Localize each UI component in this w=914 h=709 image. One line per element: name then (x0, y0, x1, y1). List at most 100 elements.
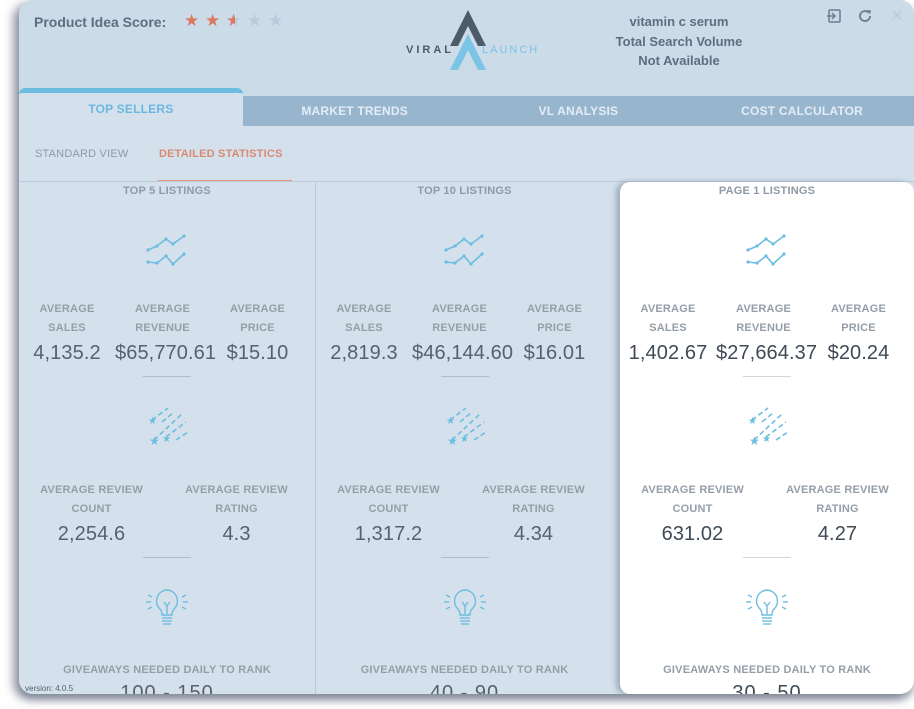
reviews-stats-row: AVERAGE REVIEW COUNT 2,254.6 AVERAGE REV… (19, 481, 315, 547)
keyword-text: vitamin c serum (629, 14, 729, 29)
stat-average-price: AVERAGE PRICE $16.01 (507, 300, 602, 366)
average-review-count-value: 1,317.2 (354, 523, 423, 545)
statistics-panels: TOP 5 LISTINGS AVERAGE SALES 4,135.2 AVE… (19, 182, 914, 694)
sales-stats-row: AVERAGE SALES 2,819.3 AVERAGE REVENUE $4… (316, 300, 613, 366)
export-icon[interactable] (825, 8, 843, 26)
refresh-icon[interactable] (856, 8, 874, 26)
subtab-detailed-statistics[interactable]: DETAILED STATISTICS (159, 148, 283, 160)
stat-average-sales: AVERAGE SALES 1,402.67 (620, 300, 716, 366)
stat-average-review-count: AVERAGE REVIEW COUNT 631.02 (620, 481, 765, 547)
stat-average-revenue: AVERAGE REVENUE $46,144.60 (412, 300, 513, 366)
stat-label: COUNT (71, 503, 112, 515)
lightbulb-icon (742, 585, 792, 631)
close-icon[interactable]: ✕ (888, 8, 906, 26)
stat-average-review-count: AVERAGE REVIEW COUNT 1,317.2 (316, 481, 461, 547)
giveaways-value: 30 - 50 (732, 682, 802, 694)
logo-text-launch: LAUNCH (482, 44, 540, 56)
logo-chevron-icon (450, 10, 486, 70)
average-price-value: $16.01 (523, 342, 586, 364)
star-empty-icon: ★ (268, 11, 284, 30)
svg-text:★: ★ (447, 434, 458, 448)
sales-stats-row: AVERAGE SALES 1,402.67 AVERAGE REVENUE $… (620, 300, 914, 366)
stat-average-review-rating: AVERAGE REVIEW RATING 4.27 (765, 481, 910, 547)
tab-top-sellers[interactable]: TOP SELLERS (19, 88, 243, 126)
average-revenue-value: $27,664.37 (716, 342, 818, 364)
stat-average-revenue: AVERAGE REVENUE $65,770.61 (115, 300, 217, 366)
stat-label: AVERAGE REVIEW (641, 484, 744, 496)
average-review-count-value: 631.02 (661, 523, 724, 545)
stat-label: COUNT (672, 503, 713, 515)
star-full-icon: ★ (205, 11, 221, 30)
average-review-rating-value: 4.34 (513, 523, 554, 545)
stat-label: PRICE (841, 322, 876, 334)
stat-label: AVERAGE (336, 303, 392, 315)
lightbulb-icon (142, 585, 192, 631)
search-volume-label: Total Search Volume (615, 33, 743, 49)
shooting-stars-icon: ★ ★ ★ (142, 404, 192, 450)
stat-label: AVERAGE (831, 303, 886, 315)
average-review-rating-value: 4.3 (222, 523, 251, 545)
reviews-stats-row: AVERAGE REVIEW COUNT 1,317.2 AVERAGE REV… (316, 481, 613, 547)
divider (143, 376, 191, 377)
stat-average-review-rating: AVERAGE REVIEW RATING 4.3 (164, 481, 309, 547)
tab-vl-analysis[interactable]: VL ANALYSIS (467, 96, 691, 126)
stat-label: PRICE (240, 322, 275, 334)
line-chart-icon (440, 230, 490, 276)
stat-label: REVENUE (432, 322, 487, 334)
line-chart-icon (742, 230, 792, 276)
divider (143, 557, 191, 558)
logo-text-viral: VIRAL (406, 44, 454, 56)
stat-average-review-count: AVERAGE REVIEW COUNT 2,254.6 (19, 481, 164, 547)
stat-label: SALES (649, 322, 687, 334)
stat-average-sales: AVERAGE SALES 2,819.3 (316, 300, 412, 366)
stat-label: AVERAGE (736, 303, 791, 315)
svg-text:★: ★ (460, 434, 469, 445)
stat-label: PRICE (537, 322, 572, 334)
tab-cost-calculator[interactable]: COST CALCULATOR (690, 96, 914, 126)
divider (743, 376, 791, 377)
panel-title: TOP 10 LISTINGS (417, 185, 512, 197)
main-tabs: TOP SELLERS MARKET TRENDS VL ANALYSIS CO… (19, 88, 914, 126)
shooting-stars-icon: ★ ★ ★ (440, 404, 490, 450)
stat-label: COUNT (368, 503, 409, 515)
stat-label: SALES (48, 322, 86, 334)
stat-label: REVENUE (736, 322, 791, 334)
panel-top-5-listings: TOP 5 LISTINGS AVERAGE SALES 4,135.2 AVE… (19, 182, 316, 694)
star-empty-icon: ★ (247, 11, 263, 30)
stat-average-price: AVERAGE PRICE $15.10 (210, 300, 305, 366)
average-sales-value: 4,135.2 (33, 342, 101, 364)
shooting-stars-icon: ★ ★ ★ (742, 404, 792, 450)
giveaways-label: GIVEAWAYS NEEDED DAILY TO RANK (63, 664, 271, 676)
panel-title: TOP 5 LISTINGS (123, 185, 211, 197)
svg-text:★: ★ (148, 416, 157, 427)
divider (440, 557, 489, 558)
stat-label: RATING (816, 503, 859, 515)
stat-label: REVENUE (135, 322, 190, 334)
sales-stats-row: AVERAGE SALES 4,135.2 AVERAGE REVENUE $6… (19, 300, 315, 366)
version-label: version: 4.0.5 (25, 684, 74, 693)
giveaways-label: GIVEAWAYS NEEDED DAILY TO RANK (663, 664, 871, 676)
tab-market-trends[interactable]: MARKET TRENDS (243, 96, 467, 126)
product-idea-score-stars: ★ ★ ★ ★ ★ (184, 11, 286, 31)
stat-label: AVERAGE (432, 303, 487, 315)
panel-title: PAGE 1 LISTINGS (718, 185, 816, 197)
view-subtabs: STANDARD VIEW DETAILED STATISTICS (19, 126, 914, 182)
svg-text:★: ★ (748, 416, 757, 427)
stat-label: SALES (345, 322, 383, 334)
stat-average-review-rating: AVERAGE REVIEW RATING 4.34 (461, 481, 606, 547)
star-full-icon: ★ (184, 11, 200, 30)
stat-label: AVERAGE REVIEW (337, 484, 440, 496)
average-revenue-value: $65,770.61 (115, 342, 217, 364)
svg-text:★: ★ (446, 416, 455, 427)
active-subtab-underline (158, 180, 292, 181)
stat-label: AVERAGE REVIEW (40, 484, 143, 496)
viral-launch-logo: VIRAL LAUNCH (404, 8, 537, 72)
stat-label: AVERAGE (527, 303, 582, 315)
stat-average-price: AVERAGE PRICE $20.24 (811, 300, 906, 366)
stat-label: AVERAGE (640, 303, 696, 315)
divider (440, 376, 489, 377)
divider (743, 557, 791, 558)
subtab-standard-view[interactable]: STANDARD VIEW (35, 148, 128, 160)
stat-label: AVERAGE REVIEW (185, 484, 288, 496)
stat-label: RATING (215, 503, 258, 515)
